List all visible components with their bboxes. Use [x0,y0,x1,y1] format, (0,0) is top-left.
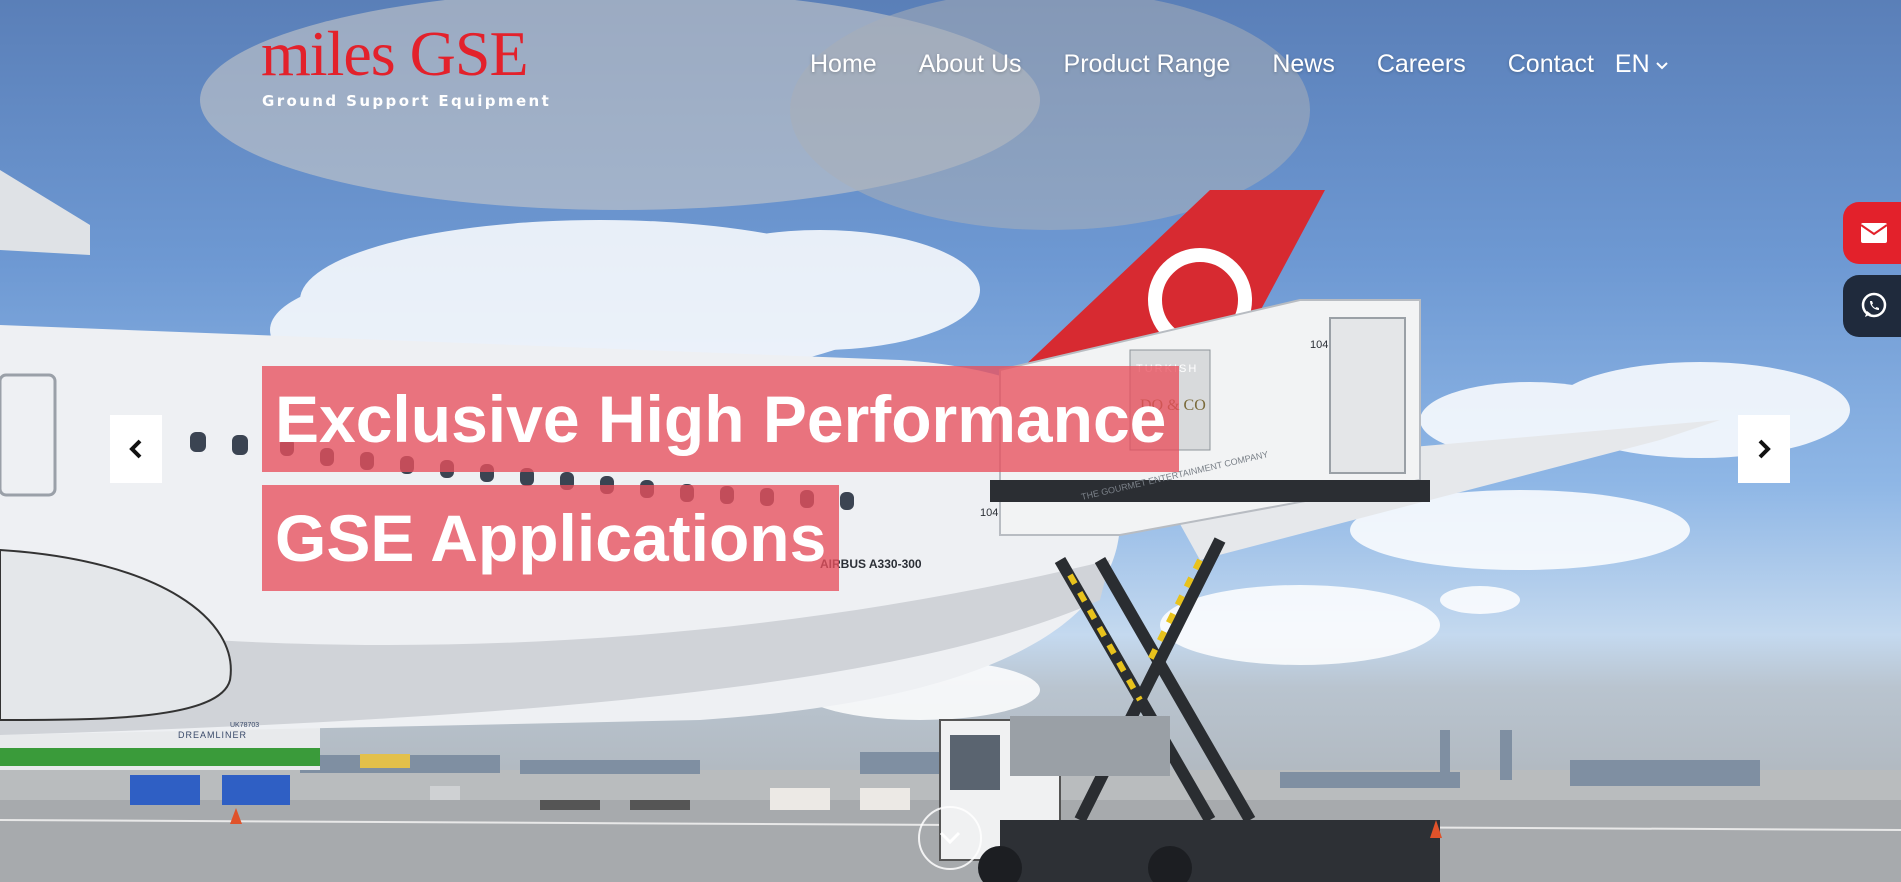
nav-product-range[interactable]: Product Range [1064,50,1231,79]
whatsapp-icon [1861,292,1887,318]
door-number-label: 104 [980,507,998,519]
nav-home[interactable]: Home [810,50,877,79]
other-aircraft-label: DREAMLINER [178,730,247,740]
slider-prev-button[interactable] [110,415,162,483]
site-logo[interactable]: miles GSE Ground Support Equipment [261,18,549,114]
nav-news[interactable]: News [1272,50,1335,79]
hero-headline-line-1: Exclusive High Performance [262,366,1180,472]
email-contact-button[interactable] [1843,202,1901,264]
scroll-down-button[interactable] [918,806,982,870]
whatsapp-contact-button[interactable] [1843,275,1901,337]
logo-wordmark: miles GSE [261,18,529,89]
chevron-left-icon [129,439,142,459]
logo-tagline: Ground Support Equipment [262,92,552,110]
hero-headline-line-2: GSE Applications [262,485,840,591]
language-code: EN [1614,50,1650,78]
hero-slider: AIRBUS A330-300 104 104 TURKISH DO & CO … [0,0,1901,882]
truck-number-label: 104 [1310,339,1328,351]
nav-contact[interactable]: Contact [1508,50,1594,79]
other-aircraft-reg-label: UK78703 [230,722,259,729]
chevron-down-icon [1655,61,1668,69]
language-selector[interactable]: EN [1615,50,1669,79]
slider-next-button[interactable] [1738,415,1790,483]
nav-careers[interactable]: Careers [1377,50,1466,79]
chevron-right-icon [1758,439,1771,459]
nav-about-us[interactable]: About Us [919,50,1022,79]
envelope-icon [1860,223,1888,243]
main-nav: Home About Us Product Range News Careers… [810,50,1669,79]
chevron-down-icon [939,831,961,845]
